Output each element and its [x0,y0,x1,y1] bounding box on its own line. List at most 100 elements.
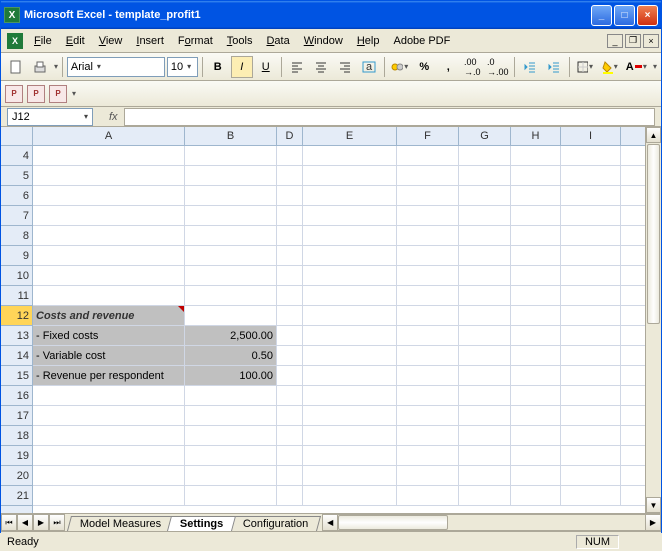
cell[interactable] [303,286,397,305]
toolbar-overflow-icon[interactable]: ▾ [54,62,58,71]
cell[interactable] [277,266,303,285]
row-header[interactable]: 20 [1,466,32,486]
fx-icon[interactable]: fx [103,111,124,123]
tab-first-button[interactable]: ⏮ [1,514,17,531]
decrease-decimal-button[interactable]: .0→.00 [485,56,510,78]
align-left-button[interactable] [286,56,308,78]
row-header[interactable]: 19 [1,446,32,466]
cell[interactable] [459,266,511,285]
doc-close-button[interactable]: × [643,34,659,48]
sheet-tab[interactable]: Model Measures [67,516,174,531]
cell[interactable] [185,266,277,285]
merge-center-button[interactable]: a [358,56,380,78]
cell[interactable] [303,206,397,225]
cell[interactable] [397,486,459,505]
menu-format[interactable]: Format [171,32,220,50]
name-box[interactable]: J12▾ [7,108,93,126]
cell[interactable] [459,346,511,365]
row-header[interactable]: 13 [1,326,32,346]
italic-button[interactable]: I [231,56,253,78]
scroll-left-button[interactable]: ◀ [322,514,338,531]
cell[interactable] [185,406,277,425]
cell[interactable] [397,286,459,305]
cell[interactable] [561,466,621,485]
cell[interactable] [511,206,561,225]
scroll-right-button[interactable]: ▶ [645,514,661,531]
cell[interactable] [303,266,397,285]
row-header[interactable]: 10 [1,266,32,286]
cell[interactable] [397,166,459,185]
cell[interactable] [511,186,561,205]
currency-button[interactable]: ▾ [388,56,411,78]
cell[interactable] [277,446,303,465]
row-header[interactable]: 21 [1,486,32,506]
cell[interactable] [277,286,303,305]
cell[interactable] [459,426,511,445]
fill-color-button[interactable]: ▾ [598,56,621,78]
cell[interactable] [303,486,397,505]
pdf-overflow-icon[interactable]: ▾ [72,89,76,98]
cell[interactable] [397,246,459,265]
print-button[interactable] [29,56,51,78]
increase-decimal-button[interactable]: .00→.0 [461,56,483,78]
pdf-email-icon[interactable]: P [27,85,45,103]
vertical-scrollbar[interactable]: ▲ ▼ [645,127,661,513]
cell[interactable] [33,406,185,425]
cell[interactable] [459,186,511,205]
cell[interactable] [511,326,561,345]
row-header[interactable]: 16 [1,386,32,406]
cell[interactable] [459,166,511,185]
select-all-corner[interactable] [1,127,32,146]
row-header[interactable]: 4 [1,146,32,166]
sheet-tab[interactable]: Configuration [230,516,321,531]
cell[interactable] [303,146,397,165]
row-header[interactable]: 15 [1,366,32,386]
cell[interactable] [511,226,561,245]
cell[interactable] [185,206,277,225]
cell[interactable] [561,486,621,505]
comma-button[interactable]: , [437,56,459,78]
cell[interactable] [397,386,459,405]
cell[interactable] [561,426,621,445]
cell[interactable] [459,326,511,345]
menu-window[interactable]: Window [297,32,350,50]
cell[interactable] [459,246,511,265]
underline-button[interactable]: U [255,56,277,78]
cell[interactable] [397,326,459,345]
cell[interactable] [511,446,561,465]
doc-minimize-button[interactable]: _ [607,34,623,48]
cell[interactable] [561,386,621,405]
font-color-button[interactable]: A▾ [623,56,650,78]
cell[interactable] [561,446,621,465]
toolbar-overflow-2-icon[interactable]: ▾ [653,62,657,71]
cell[interactable] [561,186,621,205]
scroll-thumb[interactable] [647,144,660,324]
cell[interactable] [511,166,561,185]
cell[interactable] [277,226,303,245]
cell[interactable] [303,346,397,365]
cell[interactable] [33,166,185,185]
cell[interactable] [561,306,621,325]
cell[interactable] [511,366,561,385]
cell-label[interactable]: - Fixed costs [33,326,185,345]
cell[interactable] [561,146,621,165]
cell[interactable] [561,246,621,265]
menu-data[interactable]: Data [259,32,296,50]
cell[interactable] [185,306,277,325]
cell[interactable] [33,286,185,305]
cell[interactable] [185,166,277,185]
cell-label[interactable]: - Variable cost [33,346,185,365]
percent-button[interactable]: % [413,56,435,78]
formula-input[interactable] [124,108,655,126]
cell[interactable] [459,306,511,325]
cell[interactable] [459,446,511,465]
scroll-thumb[interactable] [338,515,448,530]
cell[interactable] [185,426,277,445]
cell[interactable] [459,366,511,385]
cell[interactable] [459,386,511,405]
cell[interactable] [459,226,511,245]
cell[interactable] [185,386,277,405]
cell[interactable] [561,326,621,345]
minimize-button[interactable]: _ [591,5,612,26]
col-header[interactable]: I [561,127,621,145]
